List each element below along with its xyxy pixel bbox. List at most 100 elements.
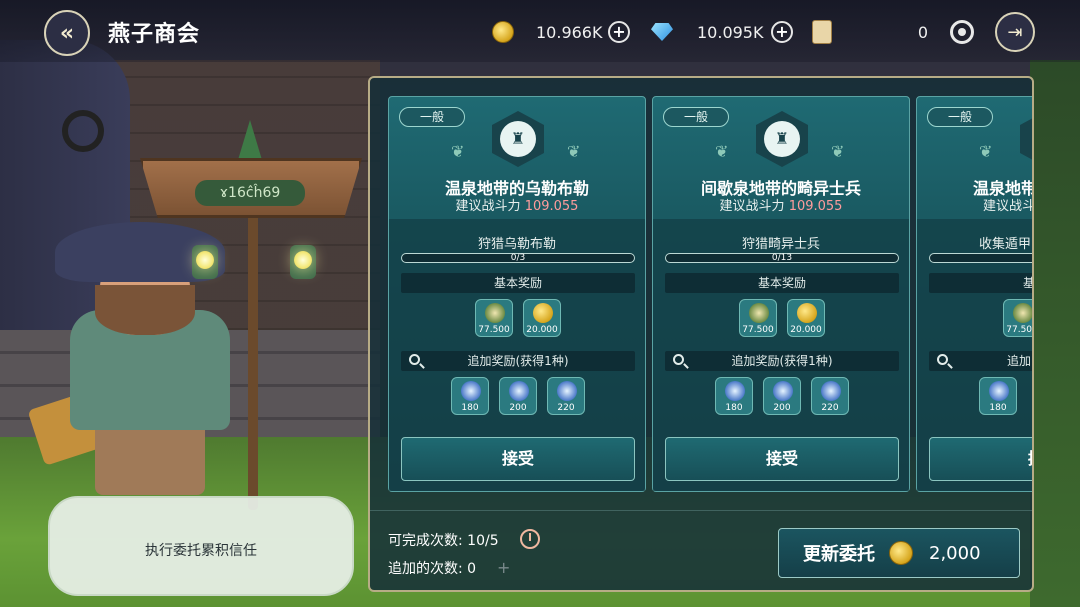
recommended-power: 建议战斗力 109.055 — [389, 195, 645, 214]
back-button[interactable]: « — [44, 10, 90, 56]
orb-icon — [989, 381, 1009, 401]
progress-bar — [929, 253, 1032, 263]
grade-badge: 一般 — [663, 107, 729, 127]
diamond-currency: 10.095K + — [651, 18, 793, 46]
power-value: 109.055 — [524, 199, 579, 214]
scroll-icon — [812, 20, 832, 44]
npc-beard — [95, 285, 195, 335]
reward-item[interactable]: 180 — [979, 377, 1017, 415]
accept-button[interactable]: 接 — [929, 437, 1032, 481]
reward-item[interactable]: 180 — [451, 377, 489, 415]
task-name: 收集遁甲 — [979, 237, 1032, 252]
basic-reward-header: 基本奖励 — [401, 273, 635, 293]
reward-qty: 220 — [557, 403, 575, 413]
added-count: 追加的次数: 0 — [388, 558, 476, 578]
task-name: 狩猎畸异士兵 — [741, 237, 820, 252]
gold-coin-icon — [492, 21, 514, 43]
extra-reward-label: 追加 — [1007, 354, 1032, 368]
tree — [1030, 60, 1080, 607]
add-gold-button[interactable]: + — [608, 21, 630, 43]
lantern-icon — [192, 245, 218, 279]
recommended-power: 建议战斗力 109.055 — [653, 195, 909, 214]
orb-icon — [821, 381, 841, 401]
search-icon[interactable] — [409, 354, 420, 365]
commission-card: 一般 ❦ 温泉地带 建议战斗 收集遁甲 基 77.500 追加 180 接 — [916, 96, 1034, 492]
refresh-commission-button[interactable]: 更新委托 2,000 — [778, 528, 1020, 578]
extra-reward-header: 追加奖励(获得1种) — [401, 351, 635, 371]
back-arrow-icon: « — [59, 20, 75, 46]
reward-qty: 200 — [773, 403, 791, 413]
sign-text: ɤ16ĉĥ69 — [195, 180, 305, 206]
basic-reward-header: 基 — [929, 273, 1032, 293]
reward-item[interactable]: 77.500 — [475, 299, 513, 337]
reward-qty: 180 — [725, 403, 743, 413]
gold-currency: 10.966K + — [492, 18, 630, 46]
gold-amount: 10.966K — [536, 22, 603, 42]
exit-button[interactable]: ⇥ — [995, 12, 1035, 52]
power-label: 建议战斗力 — [455, 199, 521, 214]
orb-icon — [461, 381, 481, 401]
progress-bar: 0/3 — [401, 253, 635, 263]
reward-item[interactable]: 200 — [763, 377, 801, 415]
exp-icon — [485, 303, 505, 323]
page-title: 燕子商会 — [108, 22, 201, 47]
reward-qty: 77.500 — [742, 325, 774, 335]
add-diamond-button[interactable]: + — [771, 21, 793, 43]
emblem-frame — [1020, 111, 1032, 167]
reward-item[interactable]: 20.000 — [523, 299, 561, 337]
divider — [370, 510, 1032, 511]
available-count: 可完成次数: 10/5 — [388, 530, 499, 550]
target-icon[interactable] — [950, 20, 974, 44]
power-label: 建议战斗 — [983, 199, 1034, 214]
search-icon[interactable] — [937, 354, 948, 365]
reward-item[interactable]: 220 — [547, 377, 585, 415]
commission-card: 一般 ❦ ❦ ♜ 温泉地带的乌勒布勒 建议战斗力 109.055 狩猎乌勒布勒 … — [388, 96, 646, 492]
reward-item[interactable]: 220 — [811, 377, 849, 415]
progress-bar: 0/13 — [665, 253, 899, 263]
grade-badge: 一般 — [927, 107, 993, 127]
reward-item[interactable]: 200 — [499, 377, 537, 415]
ticket-amount: 0 — [917, 22, 928, 42]
lantern-icon — [290, 245, 316, 279]
helmet-icon: ♜ — [764, 121, 800, 157]
orb-icon — [773, 381, 793, 401]
diamond-amount: 10.095K — [697, 22, 764, 42]
orb-icon — [509, 381, 529, 401]
npc-speech-bubble[interactable]: 执行委托累积信任 — [48, 496, 354, 596]
timer-icon[interactable] — [520, 529, 540, 549]
refresh-label: 更新委托 — [803, 544, 875, 565]
reward-item[interactable]: 180 — [715, 377, 753, 415]
added-value: 0 — [467, 561, 477, 577]
add-count-button[interactable]: + — [497, 558, 510, 577]
reward-qty: 220 — [821, 403, 839, 413]
leaf-ornament-icon: ❦ — [979, 142, 993, 161]
leaf-ornament-icon: ❦ — [831, 142, 845, 161]
refresh-cost: 2,000 — [929, 542, 981, 564]
gold-coin-icon — [533, 303, 553, 323]
reward-qty: 77.500 — [478, 325, 510, 335]
bubble-text: 执行委托累积信任 — [145, 543, 257, 559]
exp-icon — [749, 303, 769, 323]
orb-icon — [725, 381, 745, 401]
leaf-ornament-icon: ❦ — [715, 142, 729, 161]
commission-card: 一般 ❦ ❦ ♜ 间歇泉地带的畸异士兵 建议战斗力 109.055 狩猎畸异士兵… — [652, 96, 910, 492]
orb-icon — [557, 381, 577, 401]
reward-qty: 20.000 — [790, 325, 822, 335]
reward-qty: 180 — [989, 403, 1007, 413]
gold-coin-icon — [889, 541, 913, 565]
basic-reward-header: 基本奖励 — [665, 273, 899, 293]
commission-panel: 一般 ❦ ❦ ♜ 温泉地带的乌勒布勒 建议战斗力 109.055 狩猎乌勒布勒 … — [368, 76, 1034, 592]
helmet-icon: ♜ — [500, 121, 536, 157]
reward-item[interactable]: 77.500 — [739, 299, 777, 337]
reward-qty: 200 — [509, 403, 527, 413]
ticket-currency: 0 — [812, 18, 928, 46]
extra-reward-header: 追加 — [929, 351, 1032, 371]
reward-item[interactable]: 77.500 — [1003, 299, 1032, 337]
accept-button[interactable]: 接受 — [401, 437, 635, 481]
search-icon[interactable] — [673, 354, 684, 365]
task-name: 狩猎乌勒布勒 — [477, 237, 556, 252]
extra-reward-label: 追加奖励(获得1种) — [467, 354, 569, 368]
reward-qty: 20.000 — [526, 325, 558, 335]
reward-item[interactable]: 20.000 — [787, 299, 825, 337]
accept-button[interactable]: 接受 — [665, 437, 899, 481]
